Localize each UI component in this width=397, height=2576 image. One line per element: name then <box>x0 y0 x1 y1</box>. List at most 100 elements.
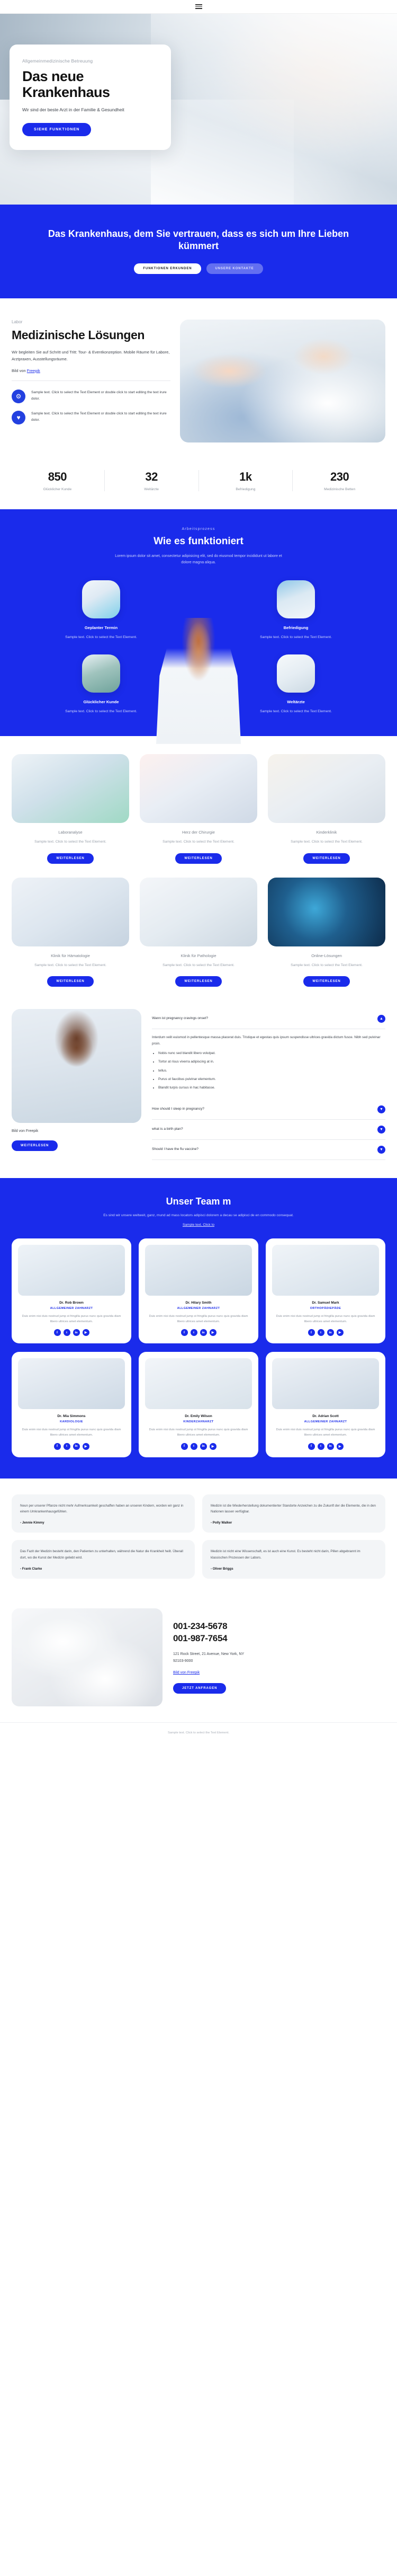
microscope-icon: ⚙ <box>12 389 25 403</box>
how-it-works-section: Arbeitsprozess Wie es funktioniert Lorem… <box>0 509 397 744</box>
request-now-button[interactable]: JETZT ANFRAGEN <box>173 1683 227 1694</box>
testimonial-card: Neun per unserer Pflanze nicht mehr Aufm… <box>12 1494 195 1533</box>
team-grid: Dr. Rob Brown ALLGEMEINER ZAHNARZT Duis … <box>12 1238 385 1457</box>
how-eyebrow: Arbeitsprozess <box>182 527 215 531</box>
read-more-button[interactable]: WEITERLESEN <box>303 853 350 864</box>
facebook-icon[interactable]: f <box>181 1329 188 1336</box>
stat-item: 1k Befriedigung <box>198 470 293 491</box>
team-link[interactable]: Sample text. Click to <box>12 1223 385 1227</box>
linkedin-icon[interactable]: in <box>73 1329 80 1336</box>
divider <box>12 380 170 381</box>
hamburger-icon[interactable] <box>195 4 202 9</box>
hero-subtitle: Wir sind der beste Arzt in der Familie &… <box>22 107 124 113</box>
faq-question[interactable]: Wann ist pregnancy cravings onset? ▲ <box>152 1009 385 1029</box>
twitter-icon[interactable]: t <box>190 1329 197 1336</box>
faq-bullet: tellus. <box>158 1068 385 1074</box>
member-bio: Duis enim nisi duis nostrud jump st frin… <box>149 1428 248 1437</box>
phone-number-primary: 001-234-5678 <box>173 1621 228 1632</box>
chevron-down-icon[interactable]: ▼ <box>377 1126 385 1134</box>
stats-section: 850 Glücklicher Kunde 32 Weltärzte 1k Be… <box>0 458 397 509</box>
page-root: Allgemeinmedizinische Betreuung Das neue… <box>0 0 397 1745</box>
service-text: Sample text. Click to select the Text El… <box>34 963 106 967</box>
service-card: Laboranalyse Sample text. Click to selec… <box>12 754 129 864</box>
youtube-icon[interactable]: ▶ <box>209 1329 216 1336</box>
team-member-card: Dr. Emily Wilson KINDERZAHNARZT Duis eni… <box>139 1352 258 1457</box>
social-links: f t in ▶ <box>145 1442 252 1450</box>
image-credit-link[interactable]: Bild von Freepik <box>173 1671 385 1675</box>
testimonial-card: Medizin ist nicht eine Wissenschaft, es … <box>202 1540 385 1579</box>
member-name: Dr. Hilary Smith <box>185 1300 212 1305</box>
faq-question[interactable]: How should I sleep in pregnancy? ▼ <box>152 1100 385 1120</box>
youtube-icon[interactable]: ▶ <box>82 1442 89 1450</box>
facebook-icon[interactable]: f <box>53 1329 61 1336</box>
tablet-doctor-image <box>277 580 315 618</box>
hematology-clinic-image <box>12 877 129 946</box>
linkedin-icon[interactable]: in <box>73 1442 80 1450</box>
chevron-down-icon[interactable]: ▼ <box>377 1105 385 1114</box>
hero-section: Allgemeinmedizinische Betreuung Das neue… <box>0 14 397 205</box>
linkedin-icon[interactable]: in <box>327 1329 334 1336</box>
twitter-icon[interactable]: t <box>190 1442 197 1450</box>
read-more-button[interactable]: WEITERLESEN <box>47 853 94 864</box>
member-role: ALLGEMEINER ZAHNARZT <box>304 1420 347 1424</box>
address-line-2: 92103-9000 <box>173 1659 193 1663</box>
twitter-icon[interactable]: t <box>63 1442 70 1450</box>
social-links: f t in ▶ <box>272 1442 379 1450</box>
stat-value: 230 <box>330 470 349 483</box>
testimonials-section: Neun per unserer Pflanze nicht mehr Aufm… <box>0 1479 397 1597</box>
avatar <box>18 1358 125 1410</box>
linkedin-icon[interactable]: in <box>327 1442 334 1450</box>
youtube-icon[interactable]: ▶ <box>336 1329 344 1336</box>
facebook-icon[interactable]: f <box>308 1329 315 1336</box>
linkedin-icon[interactable]: in <box>200 1442 207 1450</box>
youtube-icon[interactable]: ▶ <box>336 1442 344 1450</box>
read-more-button[interactable]: WEITERLESEN <box>175 853 222 864</box>
surgery-image <box>82 654 120 693</box>
stat-item: 32 Weltärzte <box>104 470 198 491</box>
twitter-icon[interactable]: t <box>317 1329 324 1336</box>
faq-question[interactable]: Should I have the flu vaccine? ▼ <box>152 1140 385 1161</box>
faq-question[interactable]: what is a birth plan? ▼ <box>152 1120 385 1140</box>
hero-cta-button[interactable]: SIEHE FUNKTIONEN <box>22 123 92 137</box>
chevron-up-icon[interactable]: ▲ <box>377 1014 385 1023</box>
facebook-icon[interactable]: f <box>181 1442 188 1450</box>
service-card: Online-Lösungen Sample text. Click to se… <box>268 877 385 987</box>
service-text: Sample text. Click to select the Text El… <box>163 963 234 967</box>
twitter-icon[interactable]: t <box>63 1329 70 1336</box>
our-contacts-button[interactable]: UNSERE KONTAKTE <box>206 263 263 274</box>
testimonial-text: Neun per unserer Pflanze nicht mehr Aufm… <box>20 1503 184 1514</box>
facebook-icon[interactable]: f <box>308 1442 315 1450</box>
read-more-button[interactable]: WEITERLESEN <box>47 976 94 987</box>
cta-heading: Das Krankenhaus, dem Sie vertrauen, dass… <box>48 228 349 252</box>
stat-label: Glücklicher Kunde <box>43 487 72 491</box>
linkedin-icon[interactable]: in <box>200 1329 207 1336</box>
heartbeat-icon: ♥ <box>12 410 25 424</box>
team-title: Unser Team m <box>166 1196 231 1207</box>
youtube-icon[interactable]: ▶ <box>209 1442 216 1450</box>
testimonial-text: Medizin ist nicht eine Wissenschaft, es … <box>211 1550 360 1560</box>
read-more-button[interactable]: WEITERLESEN <box>175 976 222 987</box>
read-more-button[interactable]: WEITERLESEN <box>303 976 350 987</box>
credit-prefix: Bild von <box>12 368 27 373</box>
how-item-name: Befriedigung <box>283 625 309 630</box>
youtube-icon[interactable]: ▶ <box>82 1329 89 1336</box>
pathology-clinic-image <box>140 877 257 946</box>
faq-bullet: Nobis nunc sed blandit libero volutpat. <box>158 1050 385 1057</box>
cta-banner: Das Krankenhaus, dem Sie vertrauen, dass… <box>0 205 397 298</box>
stat-value: 1k <box>239 470 252 483</box>
testimonial-author: - Polly Walker <box>211 1521 232 1525</box>
freepik-link[interactable]: Freepik <box>27 368 40 373</box>
faq-read-more-button[interactable]: WEITERLESEN <box>12 1140 58 1151</box>
lab-test-tubes-image <box>82 580 120 618</box>
footer: Sample text. Click to select the Text El… <box>0 1722 397 1745</box>
facebook-icon[interactable]: f <box>53 1442 61 1450</box>
service-name: Herz der Chirurgie <box>182 830 215 835</box>
testimonial-author: - Oliver Briggs <box>211 1566 233 1571</box>
feature-text: Sample text. Click to select the Text El… <box>31 390 167 401</box>
faq-question-text: Should I have the flu vaccine? <box>152 1147 198 1152</box>
twitter-icon[interactable]: t <box>317 1442 324 1450</box>
chevron-down-icon[interactable]: ▼ <box>377 1146 385 1154</box>
member-bio: Duis enim nisi duis nostrud jump st frin… <box>276 1428 375 1437</box>
hero-title-line-2: Krankenhaus <box>22 84 110 100</box>
explore-features-button[interactable]: FUNKTIONEN ERKUNDEN <box>134 263 201 274</box>
